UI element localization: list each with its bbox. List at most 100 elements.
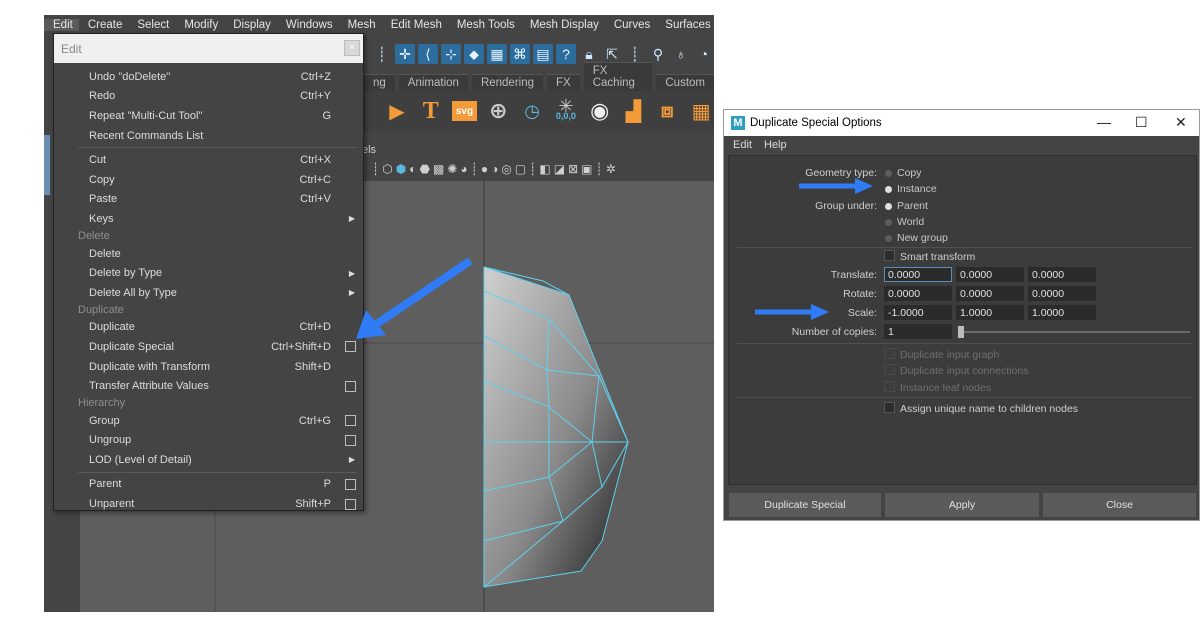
menu-item-ungroup[interactable]: Ungroup [54, 431, 363, 451]
menu-item-duplicate[interactable]: Duplicate Ctrl+D [54, 318, 363, 338]
menu-item-repeat[interactable]: Repeat "Multi-Cut Tool" G [54, 106, 363, 126]
text-tool-icon[interactable]: T [418, 98, 444, 124]
frame-icon[interactable]: ▣ [581, 162, 592, 176]
edit-menu-tearoff-title[interactable]: Edit × [54, 34, 363, 63]
menu-item-undo[interactable]: Undo "doDelete" Ctrl+Z [54, 67, 363, 87]
copies-slider[interactable] [960, 331, 1190, 333]
xray-icon[interactable]: ◪ [554, 162, 565, 176]
radio-world[interactable] [885, 219, 892, 226]
select-tool-icon[interactable]: ⚲ [648, 44, 668, 64]
aa-icon[interactable]: ◎ [501, 162, 511, 176]
dialog-menu-help[interactable]: Help [764, 139, 787, 151]
option-box-icon[interactable] [345, 380, 356, 392]
menu-item-cut[interactable]: Cut Ctrl+X [54, 150, 363, 170]
option-box-icon[interactable] [345, 415, 356, 427]
option-box-icon[interactable] [345, 434, 356, 446]
menu-surfaces[interactable]: Surfaces [656, 19, 714, 31]
menu-item-unparent[interactable]: Unparent Shift+P [54, 494, 363, 514]
translate-z-field[interactable]: 0.0000 [1028, 267, 1096, 282]
menu-mesh-display[interactable]: Mesh Display [521, 19, 605, 31]
motion-blur-icon[interactable]: ◑ [491, 162, 498, 176]
menu-item-recent-commands[interactable]: Recent Commands List [54, 126, 363, 146]
close-icon[interactable]: × [344, 40, 360, 56]
settings-icon[interactable]: ✲ [606, 162, 616, 176]
minimize-icon[interactable]: — [1097, 114, 1111, 130]
lasso-icon[interactable]: ♁ [671, 44, 691, 64]
pointer-icon[interactable]: ⇱ [602, 44, 622, 64]
shadow-icon[interactable]: ◕ [460, 162, 467, 176]
grid-toggle-icon[interactable]: ▢ [515, 162, 526, 176]
copies-field[interactable]: 1 [884, 324, 952, 339]
menu-item-delete[interactable]: Delete [54, 244, 363, 264]
menu-item-copy[interactable]: Copy Ctrl+C [54, 170, 363, 190]
camera-icon[interactable]: ⬡ [382, 162, 392, 176]
lock-icon[interactable]: 🔒︎ [579, 44, 599, 64]
radio-instance[interactable] [885, 186, 892, 193]
rotate-z-field[interactable]: 0.0000 [1028, 286, 1096, 301]
option-box-icon[interactable] [345, 478, 356, 490]
radio-parent[interactable] [885, 203, 892, 210]
shelf-tab-fx[interactable]: FX [547, 74, 580, 91]
shelf-tab-custom[interactable]: Custom [656, 74, 714, 91]
menu-edit[interactable]: Edit [44, 18, 79, 31]
snowflake-icon[interactable]: ✳ 0,0,0 [553, 97, 579, 124]
rotate-x-field[interactable]: 0.0000 [884, 286, 952, 301]
duplicate-input-graph-checkbox[interactable] [884, 348, 895, 359]
duplicate-input-connections-checkbox[interactable] [884, 364, 895, 375]
scale-y-field[interactable]: 1.0000 [956, 305, 1024, 320]
apply-button[interactable]: Apply [885, 493, 1039, 517]
menu-item-parent[interactable]: Parent P [54, 475, 363, 495]
menu-edit-mesh[interactable]: Edit Mesh [382, 19, 448, 31]
paint-icon[interactable]: ◔ [694, 44, 714, 64]
menu-item-redo[interactable]: Redo Ctrl+Y [54, 87, 363, 107]
smart-transform-checkbox[interactable] [884, 250, 895, 261]
menu-item-delete-all-by-type[interactable]: Delete All by Type ▶ [54, 283, 363, 303]
snap-curve-icon[interactable]: ⟨ [418, 44, 438, 64]
shelf-tab-rendering[interactable]: Rendering [471, 74, 544, 91]
menu-modify[interactable]: Modify [175, 19, 224, 31]
menu-item-duplicate-with-transform[interactable]: Duplicate with Transform Shift+D [54, 357, 363, 377]
render-icon[interactable]: ▤ [533, 44, 553, 64]
grid-icon[interactable]: ▦ [688, 98, 714, 124]
menu-select[interactable]: Select [128, 19, 175, 31]
duplicate-special-button[interactable]: Duplicate Special [729, 493, 881, 517]
menu-item-paste[interactable]: Paste Ctrl+V [54, 190, 363, 210]
panel-menu-fragment[interactable]: els [362, 144, 376, 156]
checker-icon[interactable]: ▩ [433, 162, 444, 176]
menu-create[interactable]: Create [79, 19, 129, 31]
measure-icon[interactable]: ⊕ [485, 98, 511, 124]
copies-slider-handle[interactable] [958, 326, 964, 338]
svg-tool-icon[interactable]: svg [451, 101, 478, 121]
bounding-icon[interactable]: ⊠ [568, 162, 578, 176]
assign-unique-name-checkbox[interactable] [884, 402, 895, 413]
shelf-tab-partial[interactable]: ng [364, 74, 395, 91]
ao-icon[interactable]: ● [481, 162, 488, 176]
translate-x-field[interactable]: 0.0000 [884, 267, 952, 282]
menu-item-group[interactable]: Group Ctrl+G [54, 411, 363, 431]
menu-item-delete-by-type[interactable]: Delete by Type ▶ [54, 263, 363, 283]
scale-z-field[interactable]: 1.0000 [1028, 305, 1096, 320]
menu-item-lod[interactable]: LOD (Level of Detail) ▶ [54, 450, 363, 470]
radio-copy[interactable] [885, 170, 892, 177]
half-sphere-mesh[interactable] [483, 266, 629, 588]
snap-grid-icon[interactable]: ✛ [395, 44, 415, 64]
snap-vertex-icon[interactable]: ⌘ [510, 44, 530, 64]
instance-leaf-nodes-checkbox[interactable] [884, 381, 895, 392]
cube-icon[interactable]: ⬢ [396, 162, 406, 176]
clock-icon[interactable]: ◷ [519, 98, 545, 124]
menu-mesh[interactable]: Mesh [339, 19, 382, 31]
help-icon[interactable]: ? [556, 44, 576, 64]
menu-item-keys[interactable]: Keys ▶ [54, 209, 363, 229]
menu-item-transfer-attribute-values[interactable]: Transfer Attribute Values [54, 376, 363, 396]
snap-view-icon[interactable]: ⬥ [464, 44, 484, 64]
snap-surface-icon[interactable]: ▦ [487, 44, 507, 64]
shelf-tab-fx-caching[interactable]: FX Caching [583, 62, 653, 91]
layers-icon[interactable]: ◉ [587, 98, 613, 124]
wire-icon[interactable]: ⬣ [419, 162, 429, 176]
shaded-icon[interactable]: ◐ [409, 162, 416, 176]
isolate-icon[interactable]: ◧ [539, 162, 550, 176]
light-icon[interactable]: ✺ [447, 162, 457, 176]
menu-item-duplicate-special[interactable]: Duplicate Special Ctrl+Shift+D [54, 337, 363, 357]
menu-display[interactable]: Display [224, 19, 277, 31]
menu-mesh-tools[interactable]: Mesh Tools [448, 19, 521, 31]
